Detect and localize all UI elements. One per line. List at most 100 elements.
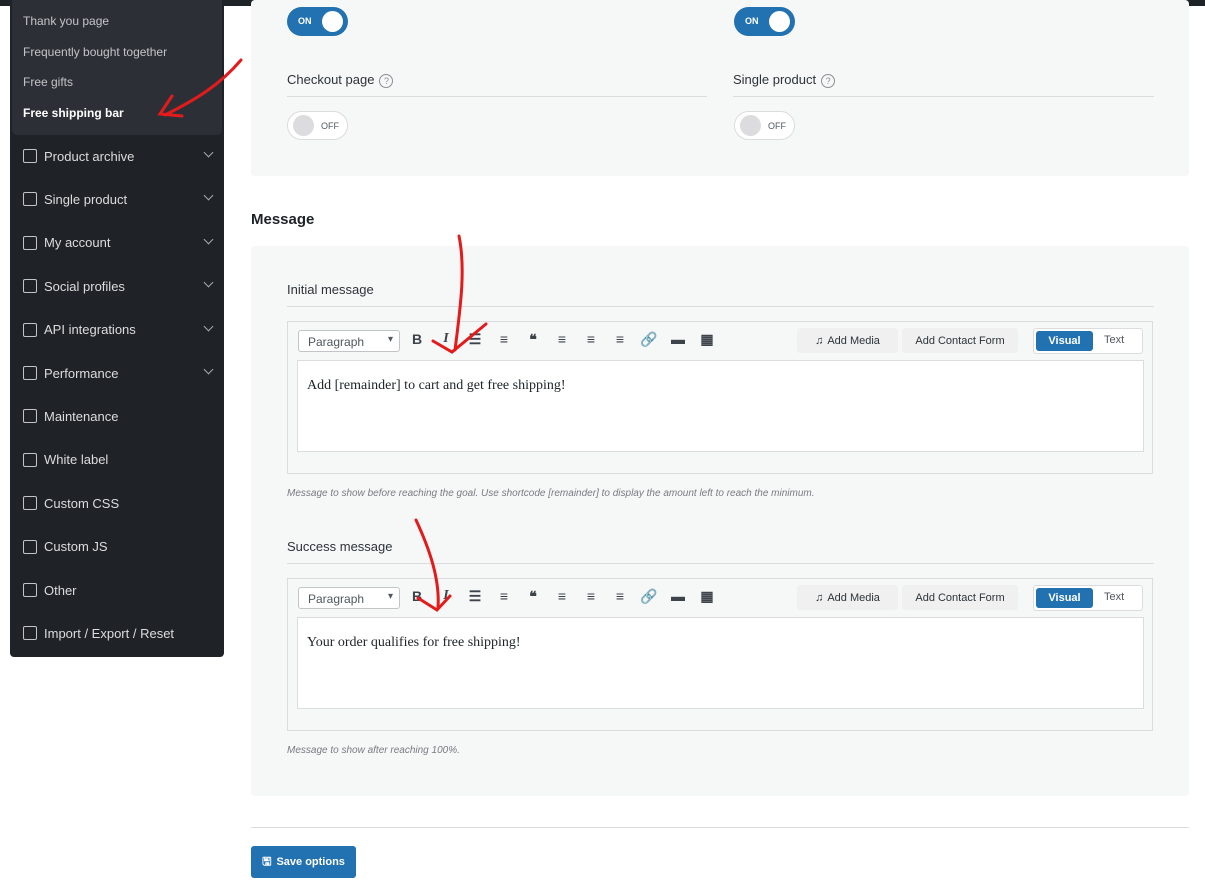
sidebar-item-label: Custom JS <box>44 539 108 555</box>
tab-visual[interactable]: Visual <box>1036 588 1093 608</box>
sidebar-item[interactable]: Product archive <box>10 138 224 174</box>
media-icon: ♫ <box>815 591 824 604</box>
italic-icon[interactable]: I <box>436 331 456 347</box>
menu-icon <box>23 496 37 511</box>
help-icon[interactable]: ? <box>379 73 394 88</box>
tab-visual[interactable]: Visual <box>1036 331 1093 351</box>
sidebar-item-label: Maintenance <box>44 408 119 424</box>
link-icon[interactable]: 🔗 <box>639 331 659 348</box>
bullet-list-icon[interactable]: ☰ <box>465 331 485 348</box>
blockquote-icon[interactable]: ❝ <box>523 331 543 348</box>
bold-icon[interactable]: B <box>407 588 427 604</box>
sidebar-item[interactable]: API integrations <box>10 312 224 348</box>
sidebar-item-label: Product archive <box>44 148 135 164</box>
sidebar-item[interactable]: Custom CSS <box>10 485 224 521</box>
success-message-label: Success message <box>287 539 393 554</box>
submenu-thank-you[interactable]: Thank you page <box>23 14 109 28</box>
menu-icon <box>23 409 37 424</box>
initial-message-editor: Paragraph BI ☰ ≡ ❝ ≡ ≡ ≡ 🔗 ▬ ▦ ♫Add MediaAdd Contac… <box>287 321 1153 474</box>
checkout-page-toggle[interactable]: OFF <box>287 111 348 140</box>
tab-text[interactable]: Text <box>1104 334 1124 346</box>
menu-icon <box>23 192 37 207</box>
align-left-icon[interactable]: ≡ <box>552 588 572 604</box>
single-product-toggle[interactable]: OFF <box>734 111 795 140</box>
success-message-editor: ParagraphBI☰≡❝≡≡≡🔗▬▦♫Add MediaAdd Contac… <box>287 578 1153 731</box>
menu-icon <box>23 366 37 380</box>
divider <box>287 96 707 97</box>
chevron-down-icon <box>203 321 214 332</box>
align-center-icon[interactable]: ≡ <box>581 588 601 604</box>
sidebar-item[interactable]: My account <box>10 225 224 261</box>
initial-message-content[interactable]: Add [remainder] to cart and get free shi… <box>297 360 1144 452</box>
tab-text[interactable]: Text <box>1104 591 1124 603</box>
add-media-button[interactable]: ♫ Add Media <box>797 328 898 353</box>
sidebar-item[interactable]: Other <box>10 572 224 608</box>
menu-icon <box>23 539 37 554</box>
menu-icon <box>23 583 37 597</box>
align-left-icon[interactable]: ≡ <box>552 331 572 347</box>
submenu-frequently-bought[interactable]: Frequently bought together <box>23 45 167 59</box>
italic-icon[interactable]: I <box>436 588 456 604</box>
chevron-down-icon <box>203 190 214 201</box>
editor-mode-tabs: Visual Text <box>1033 585 1143 611</box>
toolbar-toggle-icon[interactable]: ▦ <box>697 331 717 348</box>
align-right-icon[interactable]: ≡ <box>610 588 630 604</box>
sidebar-item[interactable]: Import / Export / Reset <box>10 615 224 651</box>
toggle-2[interactable]: ON <box>734 7 795 36</box>
submenu-free-gifts[interactable]: Free gifts <box>23 75 73 89</box>
sidebar-item[interactable]: Performance <box>10 355 224 391</box>
toggle-1[interactable]: ON <box>287 7 348 36</box>
sidebar-item-label: Custom CSS <box>44 495 120 511</box>
sidebar-item-label: Other <box>44 582 77 598</box>
menu-icon <box>23 322 37 337</box>
sidebar-item[interactable]: White label <box>10 442 224 478</box>
success-message-content[interactable]: Your order qualifies for free shipping! <box>297 617 1144 709</box>
initial-message-label: Initial message <box>287 282 374 297</box>
sidebar-item[interactable]: Social profiles <box>10 268 224 304</box>
editor-mode-tabs: Visual Text <box>1033 328 1143 354</box>
display-settings-card <box>251 0 1189 176</box>
numbered-list-icon[interactable]: ≡ <box>494 588 514 604</box>
sidebar-item-label: Performance <box>44 365 119 381</box>
divider <box>287 563 1154 564</box>
chevron-down-icon <box>203 147 214 158</box>
menu-icon <box>23 626 37 641</box>
sidebar-item-label: White label <box>44 452 109 468</box>
divider <box>733 96 1154 97</box>
read-more-icon[interactable]: ▬ <box>668 588 688 604</box>
sidebar-item[interactable]: Maintenance <box>10 398 224 434</box>
sidebar-item-label: Single product <box>44 191 128 207</box>
format-select[interactable]: Paragraph <box>298 330 400 352</box>
sidebar-item[interactable]: Single product <box>10 181 224 217</box>
add-contact-form-button[interactable]: Add Contact Form <box>902 328 1018 353</box>
menu-icon <box>23 279 37 294</box>
sidebar-item[interactable]: Custom JS <box>10 529 224 565</box>
help-icon[interactable]: ? <box>821 73 836 88</box>
blockquote-icon[interactable]: ❝ <box>523 588 543 605</box>
submenu: Thank you page Frequently bought togethe… <box>12 0 222 135</box>
sidebar-item-label: API integrations <box>44 322 136 338</box>
link-icon[interactable]: 🔗 <box>639 588 659 605</box>
submenu-free-shipping-bar[interactable]: Free shipping bar <box>23 106 124 120</box>
sidebar: Thank you page Frequently bought togethe… <box>10 0 224 657</box>
btn-label: Add Media <box>827 591 880 604</box>
chevron-down-icon <box>203 234 214 245</box>
read-more-icon[interactable]: ▬ <box>668 331 688 347</box>
menu-icon <box>23 149 37 163</box>
single-product-label: Single product? <box>733 72 836 88</box>
bullet-list-icon[interactable]: ☰ <box>465 588 485 605</box>
align-right-icon[interactable]: ≡ <box>610 331 630 347</box>
label-text: Checkout page <box>287 72 375 87</box>
format-select[interactable]: Paragraph <box>298 587 400 609</box>
add-contact-form-button[interactable]: Add Contact Form <box>902 585 1018 610</box>
align-center-icon[interactable]: ≡ <box>581 331 601 347</box>
chevron-down-icon <box>203 364 214 375</box>
save-icon: 🖫 <box>262 855 272 868</box>
bold-icon[interactable]: B <box>407 331 427 347</box>
divider <box>251 827 1189 828</box>
save-label: Save options <box>276 856 345 868</box>
numbered-list-icon[interactable]: ≡ <box>494 331 514 347</box>
add-media-button[interactable]: ♫ Add Media <box>797 585 898 610</box>
save-options-button[interactable]: 🖫 Save options <box>251 846 356 878</box>
toolbar-toggle-icon[interactable]: ▦ <box>697 588 717 605</box>
